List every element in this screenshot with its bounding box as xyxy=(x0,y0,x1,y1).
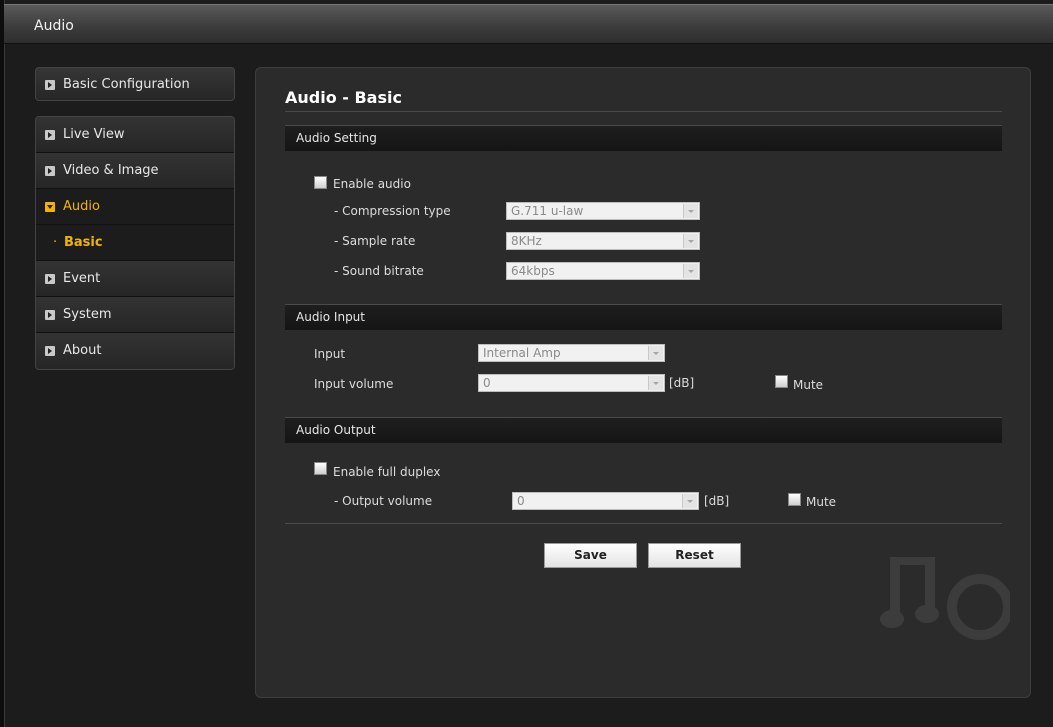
output-volume-label: - Output volume xyxy=(334,494,433,508)
reset-button[interactable]: Reset xyxy=(648,543,741,568)
input-volume-select[interactable]: 0 xyxy=(478,374,665,392)
arrow-right-icon xyxy=(45,274,55,284)
page-title: Audio - Basic xyxy=(285,88,402,107)
sidebar-item-video-image[interactable]: Video & Image xyxy=(36,153,234,189)
output-volume-select[interactable]: 0 xyxy=(512,492,699,510)
sidebar: Basic Configuration Live View Video & Im… xyxy=(35,67,235,370)
save-button[interactable]: Save xyxy=(544,543,637,568)
input-mute-label: Mute xyxy=(793,378,824,392)
enable-audio-checkbox[interactable] xyxy=(314,176,327,189)
sidebar-item-label: Basic Configuration xyxy=(63,77,190,92)
sound-bitrate-select[interactable]: 64kbps xyxy=(506,262,700,280)
input-mute-checkbox[interactable] xyxy=(775,375,788,388)
compression-type-select[interactable]: G.711 u-law xyxy=(506,202,700,220)
sidebar-item-label: Audio xyxy=(63,199,100,214)
bullet-icon: · xyxy=(53,235,58,250)
input-volume-unit: [dB] xyxy=(669,376,695,390)
chevron-down-icon xyxy=(648,346,663,360)
sidebar-subitem-label: Basic xyxy=(64,235,103,250)
arrow-right-icon xyxy=(45,80,55,90)
chevron-down-icon xyxy=(683,234,698,248)
chevron-down-icon xyxy=(683,264,698,278)
main-panel: Audio - Basic Audio Setting Enable audio… xyxy=(255,67,1031,698)
section-audio-setting: Audio Setting xyxy=(285,125,1002,151)
input-volume-label: Input volume xyxy=(314,377,394,391)
arrow-right-icon xyxy=(45,310,55,320)
full-duplex-checkbox[interactable] xyxy=(314,462,327,475)
arrow-down-icon xyxy=(45,202,55,212)
sidebar-item-system[interactable]: System xyxy=(36,297,234,333)
input-select[interactable]: Internal Amp xyxy=(478,344,665,362)
section-header: Audio Input xyxy=(296,310,365,324)
sidebar-item-label: About xyxy=(63,343,102,358)
sidebar-subitem-basic[interactable]: · Basic xyxy=(36,225,234,261)
input-label: Input xyxy=(314,347,346,361)
sidebar-item-audio[interactable]: Audio xyxy=(36,189,234,225)
select-value: 0 xyxy=(483,376,491,390)
sidebar-item-label: System xyxy=(63,307,112,322)
sample-rate-label: - Sample rate xyxy=(334,234,416,248)
full-duplex-label: Enable full duplex xyxy=(333,465,441,479)
section-audio-output: Audio Output xyxy=(285,417,1002,443)
arrow-right-icon xyxy=(45,130,55,140)
sample-rate-select[interactable]: 8KHz xyxy=(506,232,700,250)
compression-type-label: - Compression type xyxy=(334,204,451,218)
enable-audio-label: Enable audio xyxy=(333,177,411,191)
title-bar: Audio xyxy=(4,4,1053,44)
arrow-right-icon xyxy=(45,346,55,356)
select-value: 64kbps xyxy=(511,264,555,278)
section-audio-input: Audio Input xyxy=(285,304,1002,330)
divider xyxy=(285,523,1002,524)
sidebar-menu: Live View Video & Image Audio · Basic Ev… xyxy=(35,116,235,370)
sidebar-item-live-view[interactable]: Live View xyxy=(36,117,234,153)
chevron-down-icon xyxy=(683,204,698,218)
arrow-right-icon xyxy=(45,166,55,176)
select-value: Internal Amp xyxy=(483,346,561,360)
output-volume-unit: [dB] xyxy=(704,494,730,508)
sidebar-item-label: Live View xyxy=(63,127,125,142)
chevron-down-icon xyxy=(648,376,663,390)
sound-bitrate-label: - Sound bitrate xyxy=(334,264,424,278)
sidebar-item-about[interactable]: About xyxy=(36,333,234,369)
output-mute-label: Mute xyxy=(806,495,837,509)
chevron-down-icon xyxy=(682,494,697,508)
window-title: Audio xyxy=(34,18,74,34)
sidebar-item-event[interactable]: Event xyxy=(36,261,234,297)
sidebar-item-label: Video & Image xyxy=(63,163,159,178)
divider xyxy=(285,111,1002,112)
select-value: 8KHz xyxy=(511,234,542,248)
select-value: 0 xyxy=(517,494,525,508)
output-mute-checkbox[interactable] xyxy=(788,493,801,506)
section-header: Audio Setting xyxy=(296,131,377,145)
select-value: G.711 u-law xyxy=(511,204,584,218)
audio-watermark-icon xyxy=(880,557,1010,640)
sidebar-item-label: Event xyxy=(63,271,101,286)
section-header: Audio Output xyxy=(296,423,376,437)
sidebar-item-basic-configuration[interactable]: Basic Configuration xyxy=(35,67,235,101)
